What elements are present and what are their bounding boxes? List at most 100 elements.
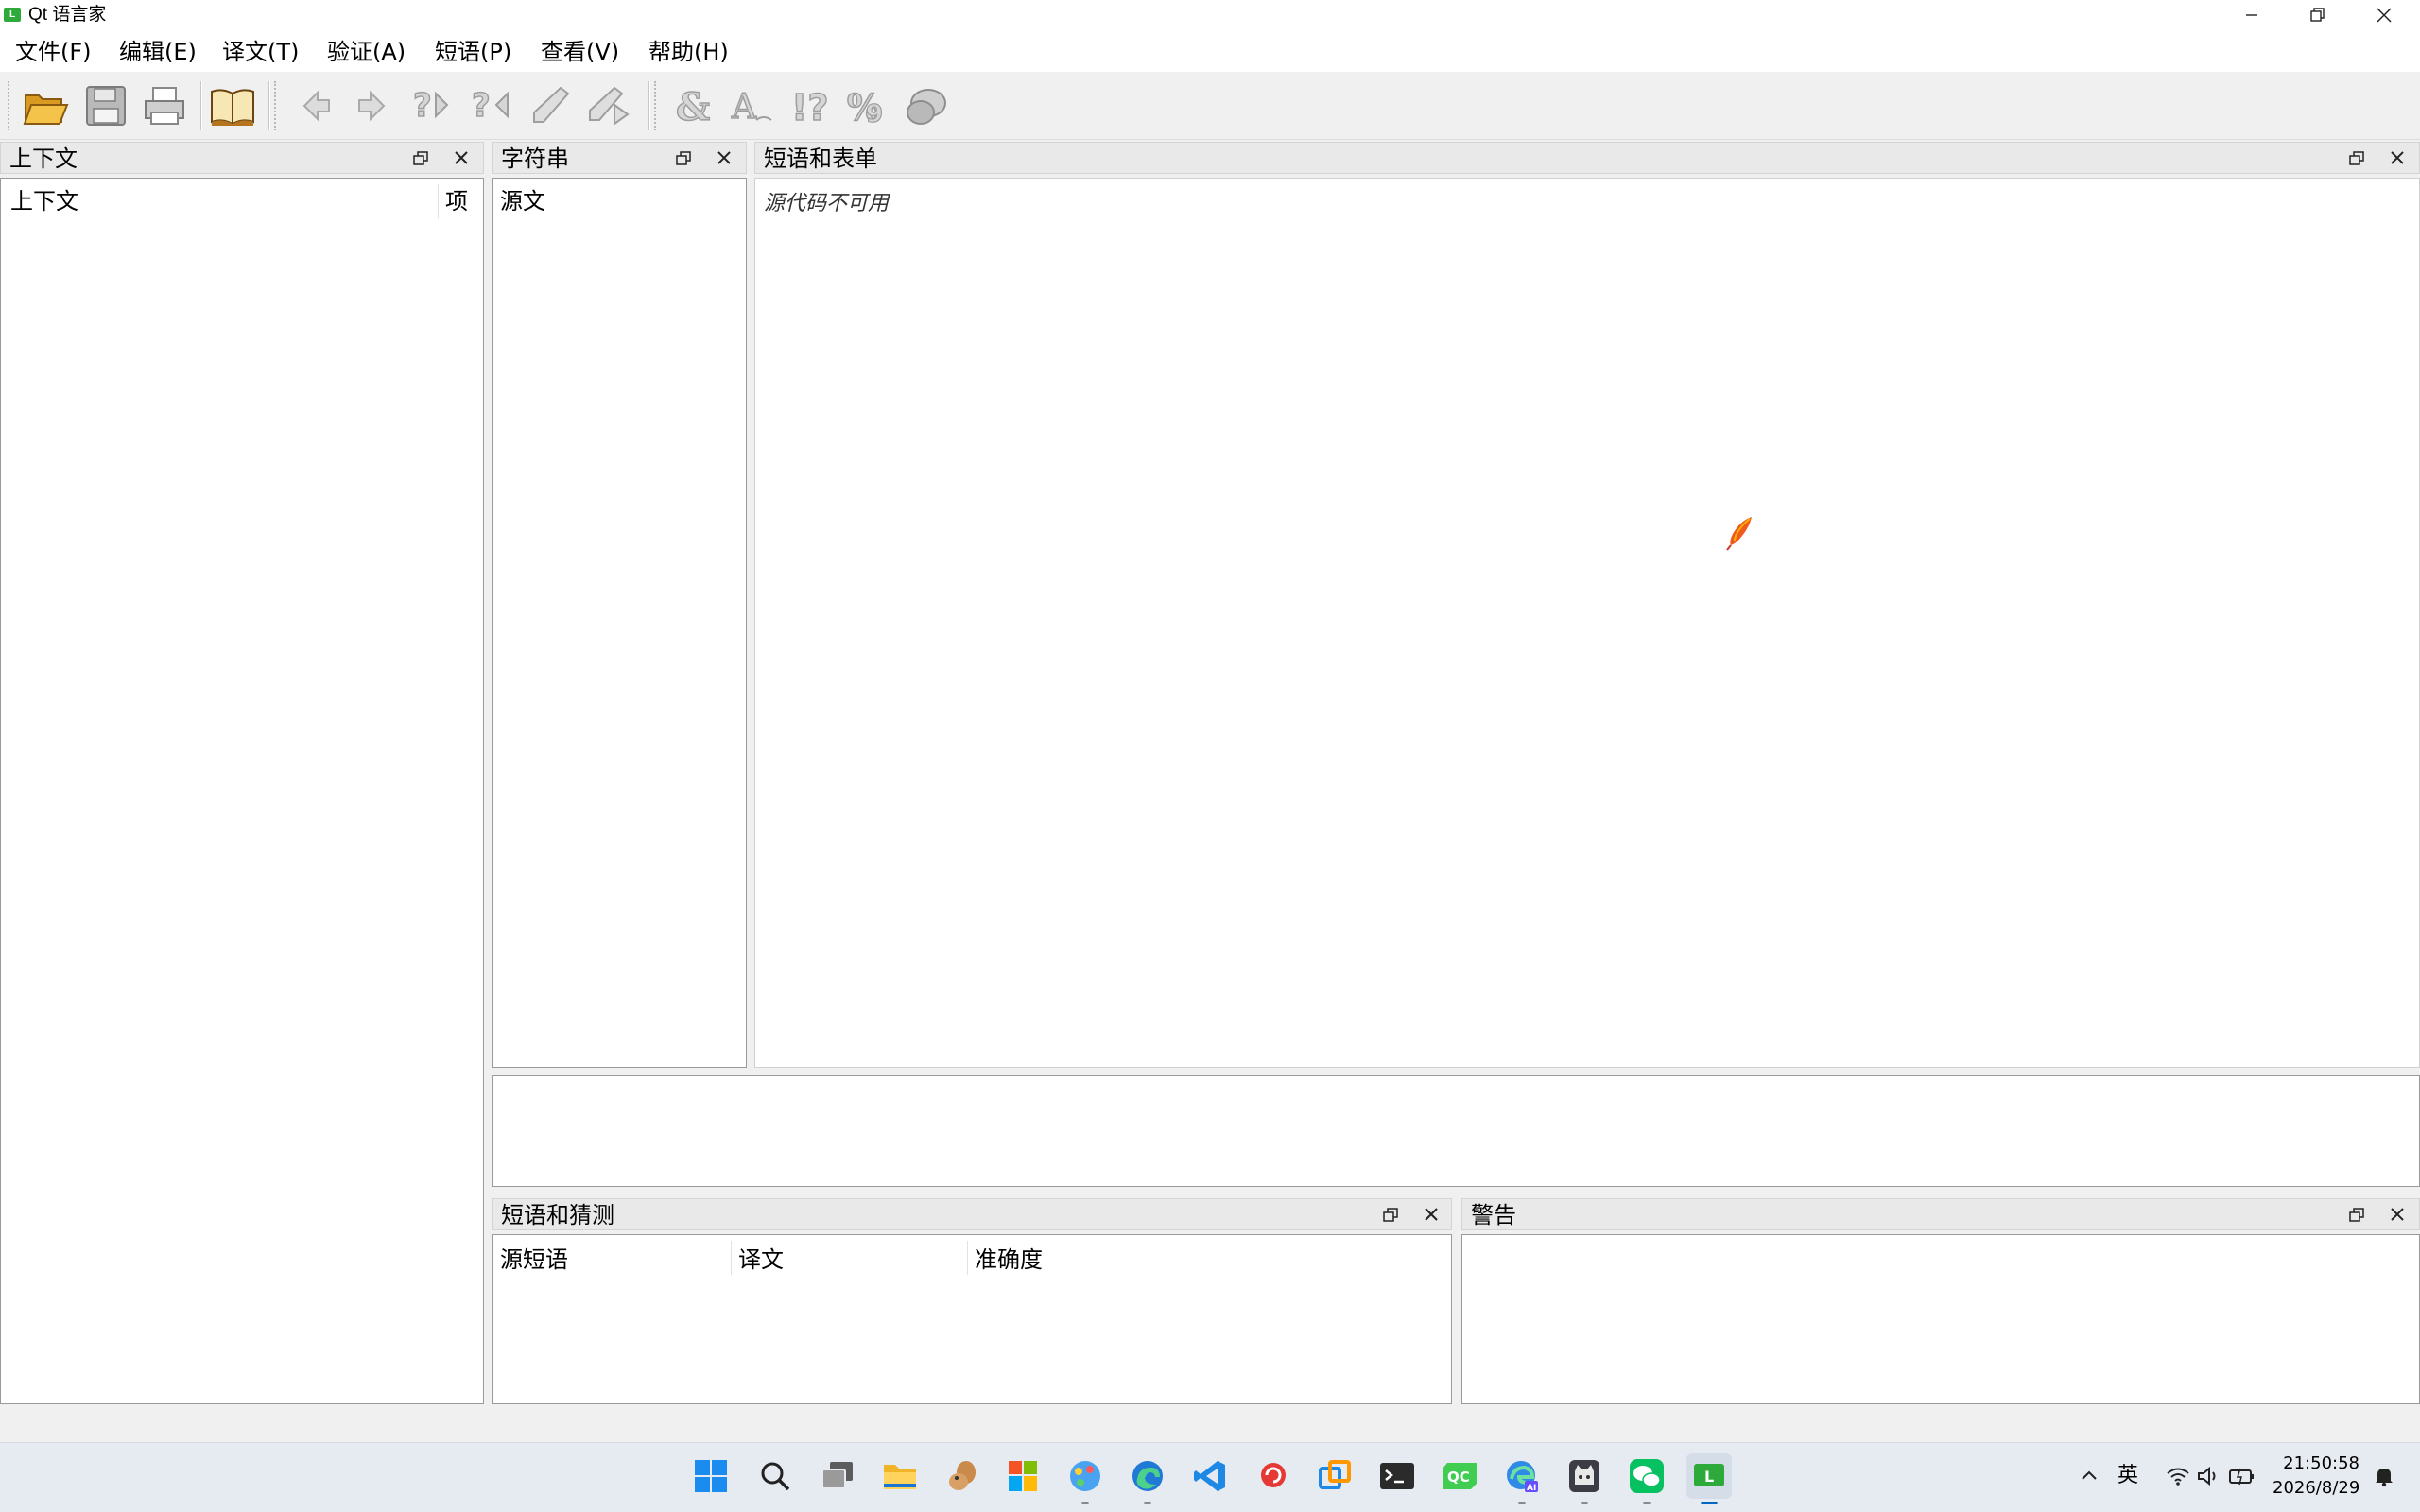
taskbar-app-squirrel[interactable]	[940, 1453, 985, 1499]
taskbar-app-paint[interactable]	[1063, 1453, 1108, 1504]
open-icon	[23, 94, 69, 125]
column-header-source-phrase[interactable]: 源短语	[500, 1246, 568, 1273]
taskbar-app-edge-ai[interactable]: AI	[1499, 1453, 1545, 1504]
clock-time[interactable]: 21:50:58	[2273, 1452, 2360, 1475]
print-icon	[145, 87, 184, 125]
close-icon[interactable]	[2387, 1204, 2408, 1225]
menu-validation[interactable]: 验证(A)	[327, 38, 406, 66]
taskbar-app-vscode[interactable]	[1187, 1453, 1233, 1499]
clock-date[interactable]: 2026/8/29	[2273, 1477, 2360, 1500]
column-header-context[interactable]: 上下文	[10, 188, 78, 215]
minimize-button[interactable]	[2220, 0, 2284, 30]
context-panel-title: 上下文	[9, 146, 78, 172]
taskbar-app-cat[interactable]	[1562, 1453, 1607, 1504]
battery-button[interactable]	[2227, 1463, 2256, 1489]
phrase-match-button[interactable]: !?	[783, 79, 836, 132]
arrow-right-icon	[358, 90, 386, 122]
taskbar-app-terminal[interactable]	[1374, 1453, 1420, 1499]
restore-button[interactable]	[2286, 0, 2350, 30]
close-icon[interactable]	[2387, 147, 2408, 168]
context-list[interactable]: 上下文 项	[0, 178, 484, 1404]
column-header-source[interactable]: 源文	[500, 188, 545, 215]
squirrel-app-icon	[949, 1461, 976, 1490]
accelerators-button[interactable]: &	[666, 79, 718, 132]
windows-start-icon	[695, 1460, 727, 1492]
toolbar-separator	[648, 81, 650, 130]
done-and-next-button[interactable]	[582, 79, 635, 132]
menu-file[interactable]: 文件(F)	[15, 38, 92, 66]
menu-view[interactable]: 查看(V)	[541, 38, 619, 66]
taskbar-app-edge[interactable]	[1125, 1453, 1170, 1504]
float-icon[interactable]	[2347, 1205, 2368, 1226]
taskbar-app-qtcreator[interactable]: QC	[1437, 1453, 1482, 1499]
done-button[interactable]	[524, 79, 577, 132]
column-divider[interactable]	[967, 1241, 968, 1275]
punctuation-button[interactable]: A	[724, 79, 777, 132]
punctuation-icon: A	[730, 87, 772, 128]
phrase-match-icon: !?	[790, 86, 829, 128]
print-button[interactable]	[138, 79, 191, 132]
terminal-icon	[1380, 1463, 1414, 1489]
column-header-translation[interactable]: 译文	[738, 1246, 784, 1273]
column-divider[interactable]	[731, 1241, 732, 1275]
menu-help[interactable]: 帮助(H)	[648, 38, 729, 66]
float-icon[interactable]	[1381, 1205, 1402, 1226]
taskbar-app-wechat[interactable]	[1624, 1453, 1669, 1504]
forms-panel-title: 短语和表单	[764, 146, 877, 172]
translation-input[interactable]	[492, 1075, 2420, 1187]
toolbar-grip[interactable]	[8, 81, 11, 130]
taskbar-app-copy[interactable]	[1312, 1453, 1357, 1499]
qt-creator-icon: QC	[1443, 1463, 1477, 1489]
float-icon[interactable]	[411, 148, 432, 169]
next-button[interactable]	[346, 79, 399, 132]
show-hidden-icons-button[interactable]	[2076, 1463, 2102, 1489]
taskbar-search-button[interactable]	[752, 1453, 798, 1499]
float-icon[interactable]	[2347, 148, 2368, 169]
input-method-indicator[interactable]: 英	[2118, 1463, 2138, 1489]
next-unfinished-button[interactable]: ?	[465, 79, 518, 132]
toolbar-grip[interactable]	[274, 81, 278, 130]
close-icon[interactable]	[714, 147, 735, 168]
column-divider[interactable]	[438, 184, 439, 218]
taskbar-app-explorer[interactable]	[877, 1453, 923, 1499]
column-header-accuracy[interactable]: 准确度	[975, 1246, 1043, 1273]
close-icon[interactable]	[1421, 1204, 1442, 1225]
forms-editor-area[interactable]: 源代码不可用	[754, 178, 2420, 1068]
strings-list[interactable]: 源文	[492, 178, 747, 1068]
notifications-button[interactable]	[2371, 1463, 2397, 1489]
open-button[interactable]	[19, 79, 72, 132]
taskbar-app-linguist[interactable]: L	[1686, 1453, 1732, 1504]
save-button[interactable]	[79, 79, 132, 132]
float-icon[interactable]	[674, 148, 695, 169]
task-view-button[interactable]	[815, 1453, 860, 1499]
whitespace-button[interactable]	[900, 79, 953, 132]
strings-panel-header: 字符串	[492, 142, 747, 174]
warnings-list[interactable]	[1461, 1234, 2420, 1404]
running-indicator	[1581, 1502, 1588, 1504]
running-indicator	[1518, 1502, 1526, 1504]
svg-text:A: A	[731, 88, 757, 127]
svg-text:AI: AI	[1527, 1484, 1536, 1493]
store-icon	[1009, 1461, 1037, 1491]
guesses-table[interactable]: 源短语 译文 准确度	[492, 1234, 1452, 1404]
context-panel-header: 上下文	[0, 142, 484, 174]
taskbar-app-snail[interactable]	[1250, 1453, 1295, 1499]
copy-app-icon	[1319, 1460, 1351, 1489]
menu-translation[interactable]: 译文(T)	[222, 38, 299, 66]
toolbar-grip[interactable]	[654, 81, 658, 130]
column-header-items[interactable]: 项	[445, 188, 468, 215]
volume-button[interactable]	[2195, 1463, 2221, 1489]
menu-edit[interactable]: 编辑(E)	[119, 38, 197, 66]
done-and-next-icon	[589, 86, 630, 126]
start-button[interactable]	[688, 1453, 734, 1499]
wifi-button[interactable]	[2165, 1463, 2191, 1489]
close-window-button[interactable]	[2352, 0, 2416, 30]
previous-button[interactable]	[289, 79, 342, 132]
vscode-icon	[1194, 1461, 1225, 1491]
close-icon[interactable]	[451, 147, 472, 168]
menu-phrases[interactable]: 短语(P)	[435, 38, 511, 66]
phrasebook-button[interactable]	[206, 79, 259, 132]
place-markers-button[interactable]: % 9	[841, 79, 894, 132]
previous-unfinished-button[interactable]: ?	[405, 79, 458, 132]
taskbar-app-store[interactable]	[1000, 1453, 1046, 1499]
